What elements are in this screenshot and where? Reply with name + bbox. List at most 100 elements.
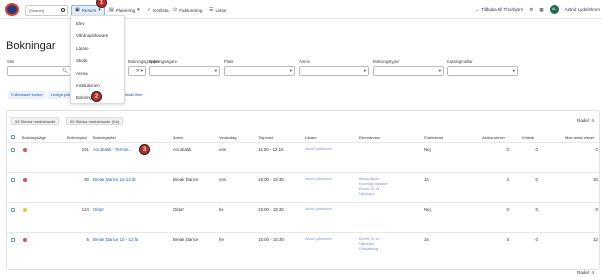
menu-item-bokning[interactable]: Bokning	[76, 95, 92, 100]
header-max-antal-elever[interactable]: Max antal elever	[565, 135, 594, 140]
chevron-down-icon: ▾	[512, 68, 515, 73]
status-dot	[23, 238, 27, 242]
menu-item-skola[interactable]: Skola	[76, 58, 87, 63]
filter-bokningsagare-select[interactable]: ▾	[149, 66, 220, 76]
cell-day: fre	[219, 237, 225, 242]
avatar[interactable]: AL	[549, 5, 559, 14]
cell-title-link[interactable]: Break Dance 10 - 12 år	[93, 237, 138, 242]
menu-item-larare[interactable]: Lärare	[76, 46, 89, 51]
header-publicerad[interactable]: Publicerad	[424, 135, 443, 140]
send-message-button[interactable]: 53 Skicka meddelande	[11, 117, 60, 125]
row-divider	[7, 172, 599, 173]
list-icon: ☰	[209, 7, 214, 13]
cell-teacher-link[interactable]: Anna Lydelshorn	[305, 147, 332, 152]
nav-listor-label: Listor	[215, 8, 227, 13]
search-placeholder: [Search]	[29, 8, 44, 13]
cell-subject: Gitarr	[173, 207, 184, 212]
filter-bokningstyper-select[interactable]: ▾	[373, 66, 444, 76]
calendar-icon[interactable]: ▦	[539, 7, 543, 13]
cell-subject: Break Dance	[173, 177, 199, 182]
cell-published: Nej	[424, 207, 431, 212]
header-amne[interactable]: Ämne	[173, 135, 183, 140]
global-search-input[interactable]: [Search]	[25, 5, 68, 16]
header-bokningsid[interactable]: Bokningsid	[67, 135, 87, 140]
row-checkbox[interactable]	[11, 208, 15, 212]
header-tools: ← Tillbaka till Thorbjörn ⚙ ▦ AL Astrid …	[475, 3, 600, 16]
row-divider	[7, 232, 599, 233]
header-kolista[interactable]: Kölista	[522, 135, 534, 140]
status-dot	[23, 208, 27, 212]
cell-student-link[interactable]: Nybörjare	[359, 192, 375, 197]
cell-title-link[interactable]: Acrobatik - Termin...	[93, 147, 132, 152]
cell-published: Nej	[424, 147, 431, 152]
filter-amne-select[interactable]: ▾	[299, 66, 369, 76]
settings-icon[interactable]: ⚙	[529, 7, 533, 13]
menu-item-vardnadshavare[interactable]: Vårdnadshavare	[76, 33, 108, 38]
step-marker-3: 3	[139, 144, 150, 155]
menu-item-institutionen[interactable]: Institutionen	[76, 83, 100, 88]
header-aktiva-elever[interactable]: Aktiva elever	[482, 135, 505, 140]
row-checkbox[interactable]	[11, 148, 15, 152]
cell-id: 124	[81, 207, 89, 212]
chevron-down-icon: ▾	[363, 68, 366, 73]
filter-bokningsgrupper-select[interactable]: ✕ ▾	[128, 66, 146, 76]
cell-time: 11:00 - 12:15	[258, 147, 284, 152]
cell-active: 3	[506, 177, 509, 182]
bookings-table-panel	[6, 110, 600, 270]
header-tidpunkt[interactable]: Tidpunkt	[258, 135, 273, 140]
cell-teacher-link[interactable]: Anna Lydelshorn	[305, 177, 332, 182]
rows-count: Rader: 4	[577, 118, 594, 123]
menu-item-arena[interactable]: Arena	[76, 71, 88, 76]
filter-label-sok: Sök	[7, 59, 15, 64]
cell-time: 15:00 - 15:30	[258, 177, 284, 182]
row-checkbox[interactable]	[11, 238, 15, 242]
header-bokningslage[interactable]: Bokningsläge	[22, 135, 46, 140]
cell-title-link[interactable]: Break Dance 12-14 år	[93, 177, 136, 182]
nav-listor[interactable]: ☰ Listor	[206, 5, 230, 16]
back-link[interactable]: ← Tillbaka till Thorbjörn	[475, 7, 523, 12]
filter-label-bokningsagare: Bokningsägare	[149, 59, 177, 64]
cell-student-link[interactable]: Fortsättning	[359, 247, 378, 252]
pill-fullbokade[interactable]: Fullbokade kurser	[8, 91, 46, 99]
cell-teacher-link[interactable]: Anna Lydelshorn	[305, 237, 332, 242]
footer-rows-count: Rader: 4	[577, 270, 594, 275]
row-checkbox[interactable]	[11, 178, 15, 182]
filter-label-bokningstyper: Bokningstyper	[373, 59, 400, 64]
nav-fakturering[interactable]: ⊙ Fakturering	[170, 5, 205, 16]
app-logo[interactable]	[5, 3, 19, 16]
header-larare[interactable]: Lärare	[305, 135, 317, 140]
search-icon: 🔍︎	[62, 68, 68, 73]
nav-korlista-label: Körlista	[153, 8, 169, 13]
cell-teacher-link[interactable]: Anna Lydelshorn	[305, 207, 332, 212]
chevron-down-icon: ✕ ▾	[135, 68, 143, 73]
menu-item-elev[interactable]: Elev	[76, 21, 85, 26]
header-bokningstitel[interactable]: Bokningstitel	[93, 135, 116, 140]
filter-label-amne: Ämne	[299, 59, 310, 64]
filter-plats-select[interactable]: ▾	[224, 66, 295, 76]
cell-max: 12	[593, 237, 598, 242]
cell-day: ons	[219, 177, 227, 182]
status-dot	[23, 178, 27, 182]
cell-title-link[interactable]: Gitarr	[93, 207, 104, 212]
roster-icon: ✓	[147, 7, 152, 13]
cell-active: 0	[506, 207, 509, 212]
send-message-queue-button[interactable]: 00 Skicka meddelande (Kö)	[66, 117, 124, 125]
cell-time: 15:00 - 15:30	[258, 237, 284, 242]
nav-fakturering-label: Fakturering	[179, 8, 203, 13]
invoice-icon: ⊙	[173, 7, 178, 13]
user-name[interactable]: Astrid Lydelshorn	[565, 7, 600, 12]
filter-katalogmallar-select[interactable]: ▾	[447, 66, 518, 76]
filter-sok-input[interactable]: 🔍︎	[7, 66, 71, 76]
cell-id: 161	[81, 147, 89, 152]
cell-max: 0	[595, 147, 598, 152]
select-all-checkbox[interactable]	[11, 135, 15, 139]
nav-korlista[interactable]: ✓ Körlista	[144, 5, 172, 16]
step-marker-2: 2	[91, 91, 102, 102]
chevron-down-icon: ▾	[289, 68, 292, 73]
header-elevnarvaro[interactable]: Elevnärvaro	[359, 135, 380, 140]
cell-active: 0	[506, 147, 509, 152]
back-link-label: Tillbaka till Thorbjörn	[481, 7, 524, 12]
cell-published: Ja	[424, 237, 429, 242]
header-veckodag[interactable]: Veckodag	[219, 135, 237, 140]
search-icon[interactable]	[61, 8, 65, 12]
